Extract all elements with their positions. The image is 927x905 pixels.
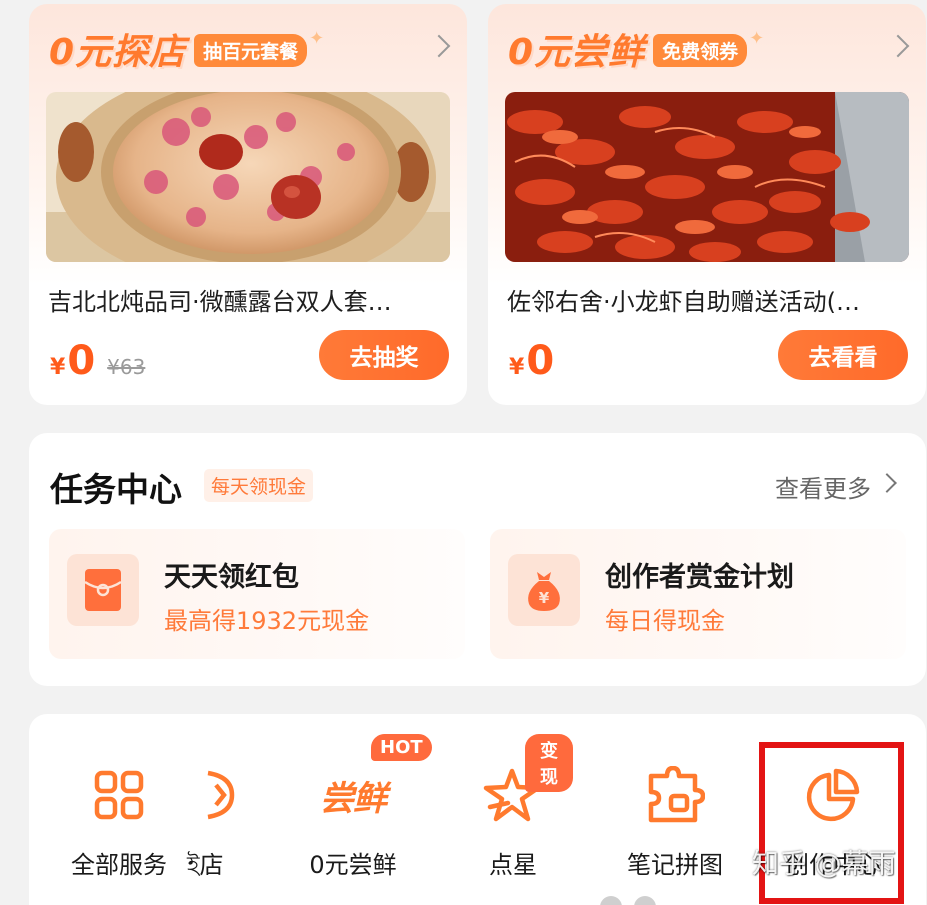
service-label: 全部服务 <box>71 851 167 879</box>
task-subtitle: 最高得1932元现金 <box>164 607 370 635</box>
deal-title: 0元探店 <box>49 32 187 73</box>
service-note-puzzle[interactable]: 笔记拼图 <box>611 714 739 905</box>
price-symbol: ¥ <box>509 355 525 380</box>
deal-image-stew[interactable] <box>46 92 450 262</box>
service-label: ই店 <box>187 851 224 879</box>
shop-icon <box>187 760 249 830</box>
chevron-right-icon[interactable] <box>427 34 451 58</box>
deal-card-explore[interactable]: 0元探店 抽百元套餐 ✦ 吉北北炖品司·微醺露台双人套… ¥ 0 ¥63 去抽奖 <box>29 4 467 405</box>
deal-price: ¥ 0 <box>509 338 554 384</box>
original-price: ¥63 <box>107 355 146 379</box>
deal-price: ¥ 0 ¥63 <box>50 338 145 384</box>
taste-logo-text: 尝鲜 <box>320 778 387 819</box>
service-explore-shop[interactable]: ই店 <box>179 714 249 905</box>
deal-name: 吉北北炖品司·微醺露台双人套… <box>48 288 392 316</box>
money-bag-icon: ¥ <box>508 554 580 626</box>
price-symbol: ¥ <box>50 355 66 380</box>
deal-tag: 抽百元套餐 <box>194 33 308 67</box>
service-all[interactable]: 全部服务 <box>59 714 179 905</box>
hot-badge: HOT <box>371 734 432 761</box>
sparkle-icon: ✦ <box>749 27 765 49</box>
task-center-badge: 每天领现金 <box>204 469 314 502</box>
task-name: 天天领红包 <box>164 562 299 593</box>
service-label: 点星 <box>489 851 537 879</box>
deal-tag: 免费领券 <box>653 33 748 67</box>
deal-title: 0元尝鲜 <box>508 32 646 73</box>
deal-image-crayfish[interactable] <box>505 92 909 262</box>
view-more-link[interactable]: 查看更多 <box>775 469 871 504</box>
view-button[interactable]: 去看看 <box>778 330 908 380</box>
chevron-right-icon[interactable] <box>877 473 897 493</box>
service-star[interactable]: 变现 点星 <box>453 714 573 905</box>
chevron-right-icon[interactable] <box>886 34 910 58</box>
task-subtitle: 每日得现金 <box>605 607 725 635</box>
service-label: 0元尝鲜 <box>309 851 397 879</box>
deal-card-taste[interactable]: 0元尝鲜 免费领券 ✦ 佐邻右舍·小龙虾自助赠送活动(… ¥ 0 去看看 <box>488 4 926 405</box>
task-center: 任务中心 每天领现金 查看更多 天天领红包 最高得1932元现金 ¥ 创作者赏金… <box>29 433 926 686</box>
task-item-red-envelope[interactable]: 天天领红包 最高得1932元现金 <box>49 529 465 659</box>
task-center-title: 任务中心 <box>50 470 182 509</box>
deal-name: 佐邻右舍·小龙虾自助赠送活动(… <box>507 288 860 316</box>
monetize-badge: 变现 <box>525 734 573 792</box>
service-zero-taste[interactable]: 尝鲜 HOT 0元尝鲜 <box>293 714 432 905</box>
service-label: 笔记拼图 <box>627 851 723 879</box>
deal-header: 0元探店 抽百元套餐 ✦ <box>49 24 324 74</box>
lottery-button[interactable]: 去抽奖 <box>319 330 449 380</box>
grid-icon <box>84 760 154 830</box>
taste-logo-icon: 尝鲜 <box>308 760 398 830</box>
task-name: 创作者赏金计划 <box>605 562 794 593</box>
red-envelope-icon <box>67 554 139 626</box>
puzzle-icon <box>640 760 710 830</box>
svg-text:¥: ¥ <box>539 589 550 607</box>
task-item-creator-bounty[interactable]: ¥ 创作者赏金计划 每日得现金 <box>490 529 906 659</box>
deal-header: 0元尝鲜 免费领券 ✦ <box>508 24 764 74</box>
watermark: 知乎 @幕雨 <box>752 849 896 880</box>
sparkle-icon: ✦ <box>309 27 325 49</box>
price-value: 0 <box>526 338 555 384</box>
price-value: 0 <box>67 338 96 384</box>
